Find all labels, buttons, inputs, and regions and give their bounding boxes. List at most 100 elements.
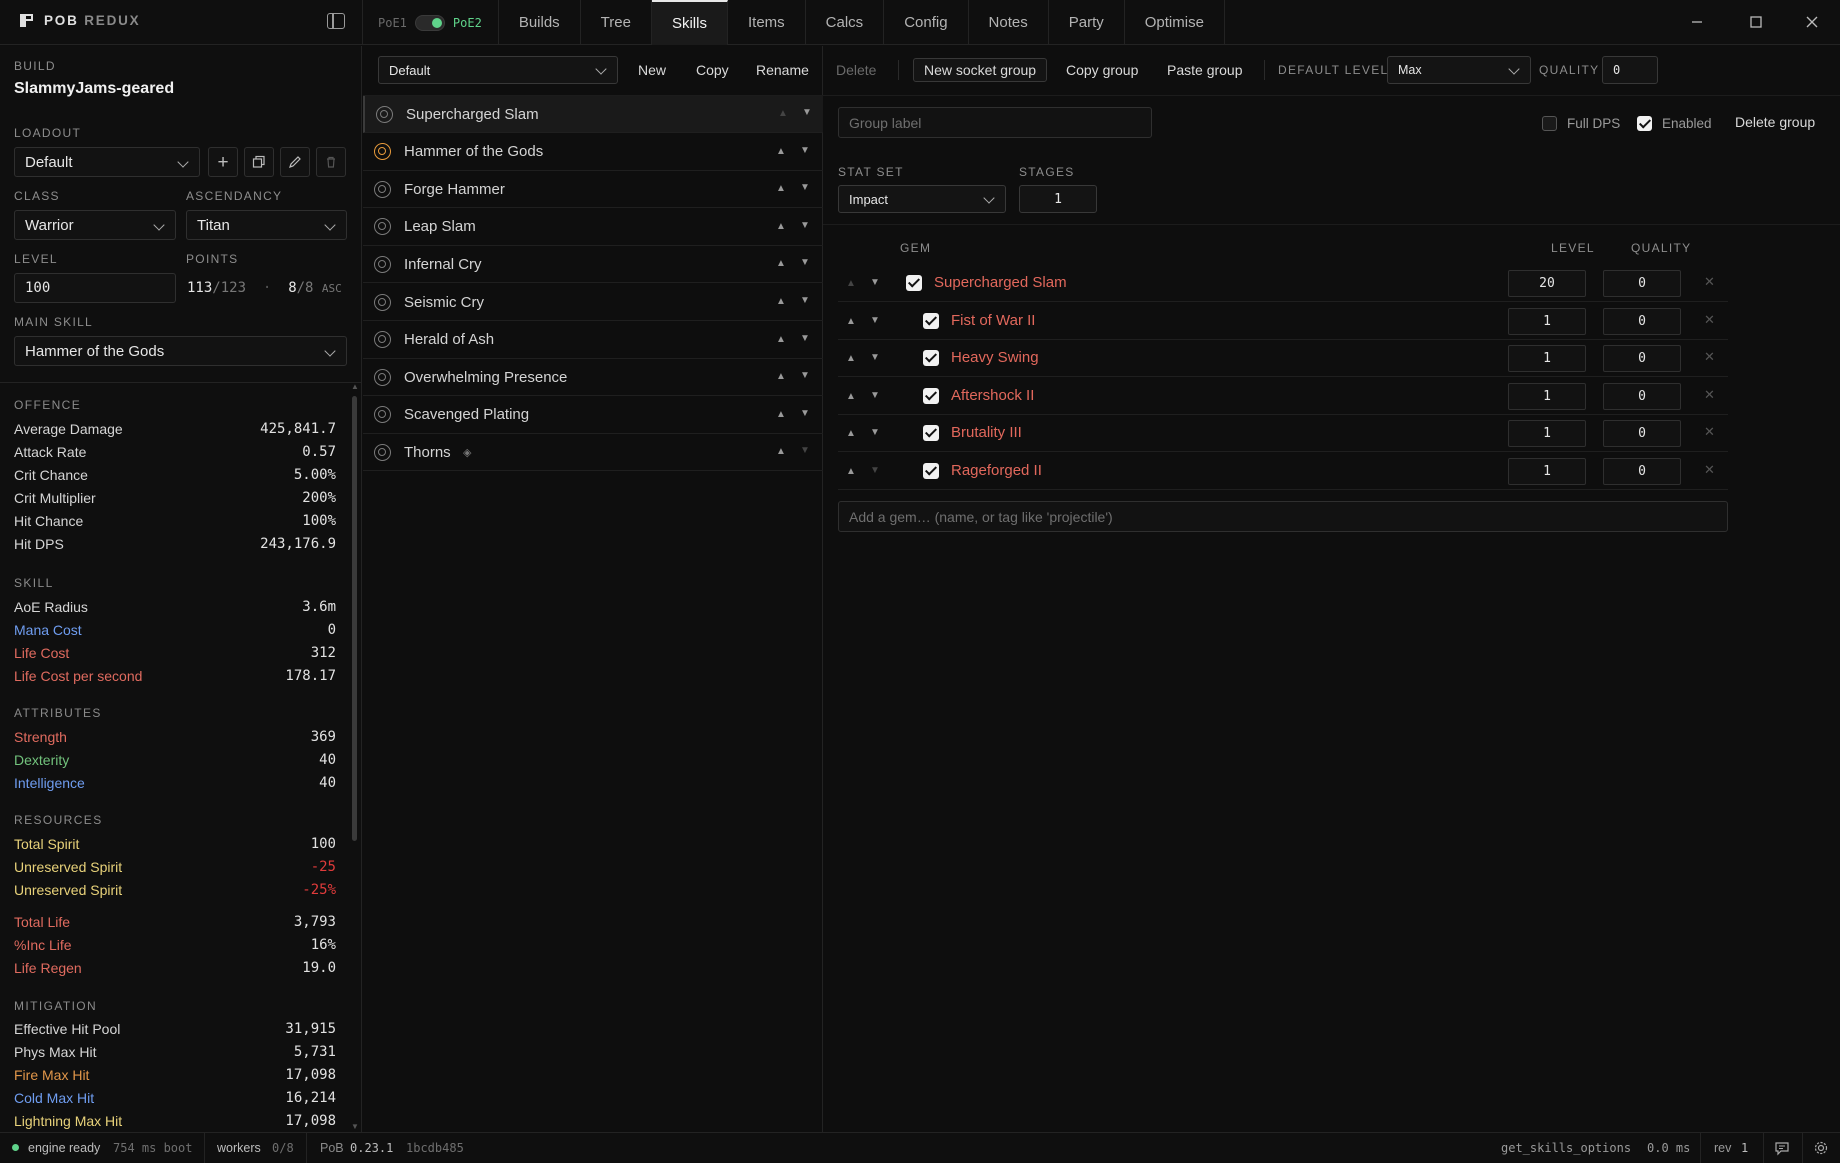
- move-up-icon[interactable]: ▲: [846, 278, 856, 289]
- skill-indicator-icon[interactable]: [374, 293, 391, 311]
- gem-enabled-checkbox[interactable]: [923, 463, 939, 479]
- skill-indicator-icon[interactable]: [374, 406, 391, 424]
- gem-name[interactable]: Brutality III: [951, 424, 1022, 441]
- maximize-icon[interactable]: [1746, 12, 1766, 32]
- move-down-icon[interactable]: ▼: [800, 182, 810, 193]
- tab-tree[interactable]: Tree: [581, 0, 652, 45]
- move-up-icon[interactable]: ▲: [776, 296, 786, 307]
- tab-notes[interactable]: Notes: [969, 0, 1049, 45]
- poe1-label[interactable]: PoE1: [378, 16, 407, 30]
- remove-gem-icon[interactable]: ✕: [1704, 424, 1715, 440]
- gem-quality-input[interactable]: 0: [1603, 420, 1681, 448]
- tab-skills[interactable]: Skills: [651, 0, 728, 45]
- tab-config[interactable]: Config: [884, 0, 969, 45]
- skill-group-row[interactable]: Scavenged Plating ▲ ▼: [363, 397, 823, 434]
- skill-indicator-icon[interactable]: [374, 255, 391, 273]
- skill-group-row[interactable]: Leap Slam ▲ ▼: [363, 209, 823, 246]
- default-level-select[interactable]: Max: [1387, 56, 1531, 84]
- add-loadout-button[interactable]: +: [208, 147, 238, 177]
- gem-quality-input[interactable]: 0: [1603, 458, 1681, 485]
- skill-indicator-icon[interactable]: [376, 105, 393, 123]
- move-down-icon[interactable]: ▼: [800, 408, 810, 419]
- move-down-icon[interactable]: ▼: [800, 333, 810, 344]
- stats-scrollbar[interactable]: [352, 396, 357, 841]
- move-down-icon[interactable]: ▼: [800, 145, 810, 156]
- gem-name[interactable]: Supercharged Slam: [934, 274, 1067, 291]
- copy-group-button[interactable]: Copy group: [1066, 58, 1138, 82]
- move-up-icon[interactable]: ▲: [776, 183, 786, 194]
- skill-group-row[interactable]: Overwhelming Presence ▲ ▼: [363, 359, 823, 397]
- move-down-icon[interactable]: ▼: [800, 257, 810, 268]
- gem-name[interactable]: Heavy Swing: [951, 349, 1039, 366]
- move-down-icon[interactable]: ▼: [800, 370, 810, 381]
- tab-party[interactable]: Party: [1049, 0, 1125, 45]
- move-up-icon[interactable]: ▲: [846, 428, 856, 439]
- delete-group-button[interactable]: Delete group: [1735, 114, 1815, 130]
- tab-calcs[interactable]: Calcs: [806, 0, 885, 45]
- move-up-icon[interactable]: ▲: [846, 316, 856, 327]
- gem-level-input[interactable]: 1: [1508, 382, 1586, 410]
- move-down-icon[interactable]: ▼: [870, 315, 880, 326]
- skill-indicator-icon[interactable]: [374, 180, 391, 198]
- default-quality-input[interactable]: 0: [1602, 56, 1658, 84]
- skill-indicator-icon[interactable]: [374, 368, 391, 386]
- move-down-icon[interactable]: ▼: [870, 465, 880, 476]
- skill-group-row[interactable]: Seismic Cry ▲ ▼: [363, 284, 823, 321]
- move-up-icon[interactable]: ▲: [846, 391, 856, 402]
- gem-enabled-checkbox[interactable]: [923, 312, 939, 329]
- move-up-icon[interactable]: ▲: [846, 353, 856, 364]
- gem-quality-input[interactable]: 0: [1603, 382, 1681, 410]
- full-dps-toggle[interactable]: Full DPS: [1542, 116, 1620, 131]
- enabled-checkbox[interactable]: [1637, 116, 1652, 131]
- loadout-select[interactable]: Default: [14, 147, 200, 177]
- gem-level-input[interactable]: 1: [1508, 420, 1586, 448]
- remove-gem-icon[interactable]: ✕: [1704, 387, 1715, 403]
- remove-gem-icon[interactable]: ✕: [1704, 462, 1715, 478]
- remove-gem-icon[interactable]: ✕: [1704, 274, 1715, 290]
- stat-set-select[interactable]: Impact: [838, 185, 1006, 213]
- main-skill-select[interactable]: Hammer of the Gods: [14, 336, 347, 366]
- poe2-label[interactable]: PoE2: [453, 16, 482, 30]
- gem-quality-input[interactable]: 0: [1603, 307, 1681, 335]
- tab-builds[interactable]: Builds: [499, 0, 581, 45]
- gear-icon[interactable]: [1813, 1140, 1829, 1156]
- move-up-icon[interactable]: ▲: [846, 466, 856, 477]
- game-switch[interactable]: [414, 14, 445, 31]
- gem-level-input[interactable]: 1: [1508, 345, 1586, 373]
- duplicate-loadout-button[interactable]: [244, 147, 274, 177]
- move-up-icon[interactable]: ▲: [776, 371, 786, 382]
- rename-set-button[interactable]: Rename: [756, 58, 809, 82]
- gem-level-input[interactable]: 1: [1508, 458, 1586, 485]
- gem-enabled-checkbox[interactable]: [923, 425, 939, 442]
- move-down-icon[interactable]: ▼: [800, 220, 810, 231]
- move-up-icon[interactable]: ▲: [778, 108, 788, 119]
- skill-indicator-icon[interactable]: [374, 443, 391, 461]
- gem-quality-input[interactable]: 0: [1603, 270, 1681, 297]
- gem-level-input[interactable]: 1: [1508, 307, 1586, 335]
- move-down-icon[interactable]: ▼: [800, 445, 810, 456]
- rename-loadout-button[interactable]: [280, 147, 310, 177]
- remove-gem-icon[interactable]: ✕: [1704, 349, 1715, 365]
- move-down-icon[interactable]: ▼: [800, 295, 810, 306]
- remove-gem-icon[interactable]: ✕: [1704, 312, 1715, 328]
- move-up-icon[interactable]: ▲: [776, 409, 786, 420]
- close-icon[interactable]: [1802, 12, 1822, 32]
- new-set-button[interactable]: New: [638, 58, 666, 82]
- main-skill-indicator-icon[interactable]: [374, 143, 391, 161]
- move-up-icon[interactable]: ▲: [776, 221, 786, 232]
- skill-group-row[interactable]: Thorns ◈ ▲ ▼: [363, 434, 823, 472]
- sidebar-toggle-icon[interactable]: [327, 13, 345, 29]
- move-down-icon[interactable]: ▼: [870, 390, 880, 401]
- delete-set-button[interactable]: Delete: [836, 58, 876, 82]
- skill-group-row[interactable]: Forge Hammer ▲ ▼: [363, 171, 823, 209]
- game-toggle[interactable]: PoE1 PoE2: [362, 0, 499, 45]
- enabled-toggle[interactable]: Enabled: [1637, 116, 1712, 131]
- gem-quality-input[interactable]: 0: [1603, 345, 1681, 373]
- level-input[interactable]: 100: [14, 273, 176, 303]
- gem-level-input[interactable]: 20: [1508, 270, 1586, 297]
- skill-group-row[interactable]: Herald of Ash ▲ ▼: [363, 322, 823, 359]
- group-label-input[interactable]: Group label: [838, 107, 1152, 138]
- skill-group-row[interactable]: Supercharged Slam ▲ ▼: [363, 96, 823, 133]
- gem-name[interactable]: Rageforged II: [951, 462, 1042, 479]
- move-down-icon[interactable]: ▼: [870, 277, 880, 288]
